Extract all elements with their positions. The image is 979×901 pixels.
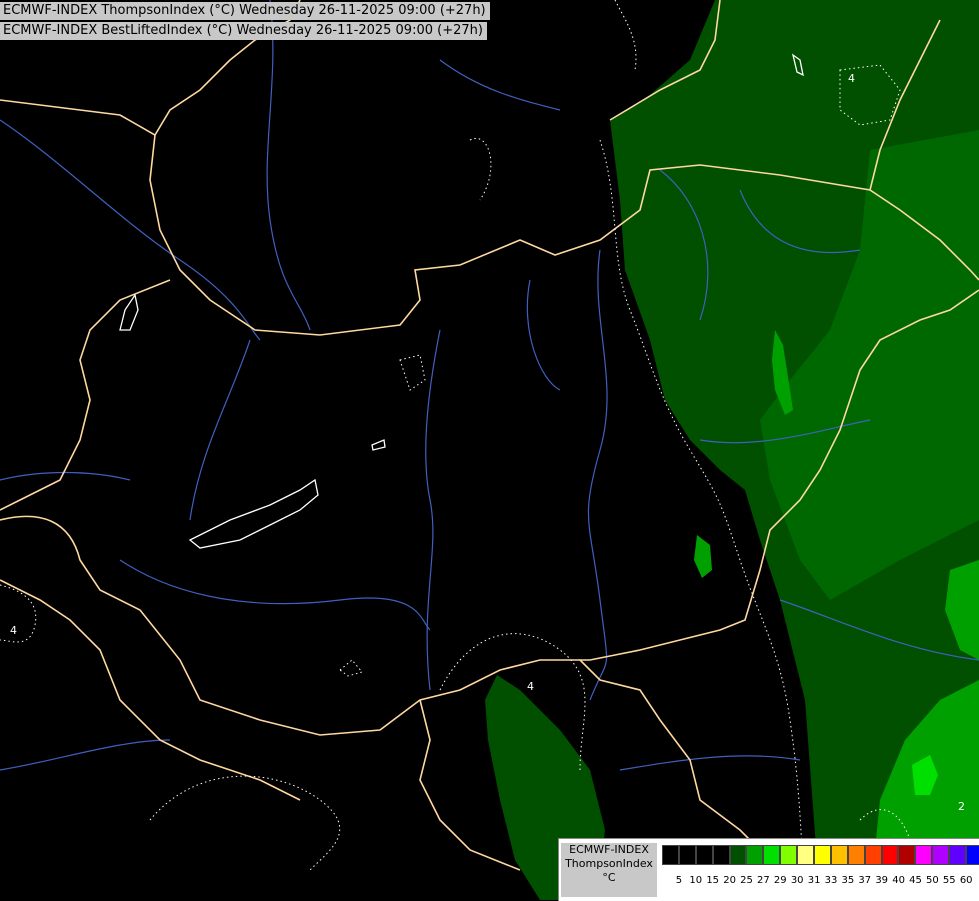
legend-tick-label: 15 xyxy=(706,875,720,886)
legend-tick-label: 5 xyxy=(675,875,683,886)
legend-swatch xyxy=(695,845,713,865)
legend-tick-label: 33 xyxy=(824,875,838,886)
legend-tick-label: 30 xyxy=(790,875,804,886)
contour-label: 4 xyxy=(848,72,855,85)
map-title-primary: ECMWF-INDEX ThompsonIndex (°C) Wednesday… xyxy=(0,2,490,20)
legend-swatch xyxy=(932,845,950,865)
legend-tick-label: 39 xyxy=(875,875,889,886)
legend-swatch xyxy=(898,845,916,865)
map-title-secondary: ECMWF-INDEX BestLiftedIndex (°C) Wednesd… xyxy=(0,22,487,40)
legend-tick-label: 37 xyxy=(858,875,872,886)
legend-parameter: ThompsonIndex xyxy=(565,857,653,870)
legend-swatch xyxy=(915,845,933,865)
legend-tick-label: 29 xyxy=(773,875,787,886)
legend-swatches xyxy=(662,845,979,865)
legend-unit: °C xyxy=(602,871,616,884)
legend-tick-label: 25 xyxy=(740,875,753,886)
legend-tick-label: 60 xyxy=(959,875,973,886)
legend-tick-label: 31 xyxy=(807,875,821,886)
legend-swatch xyxy=(662,845,679,865)
legend-swatch xyxy=(746,845,764,865)
legend-swatch xyxy=(814,845,831,865)
legend-swatch xyxy=(780,845,798,865)
contour-label: 4 xyxy=(10,624,17,637)
legend-swatch xyxy=(881,845,899,865)
legend-swatch xyxy=(966,845,979,865)
contour-label: 2 xyxy=(958,800,965,813)
legend-swatch xyxy=(830,845,848,865)
legend-ticks: 5 10 15 20 25 27 29 30 31 33 35 37 39 40 45 50 55 60 xyxy=(662,875,973,889)
legend-tick-label: 10 xyxy=(689,875,703,886)
legend-swatch xyxy=(797,845,815,865)
legend-swatch xyxy=(864,845,882,865)
legend-tick-label: 45 xyxy=(909,875,922,886)
legend-label-box: ECMWF-INDEX ThompsonIndex °C xyxy=(561,843,657,897)
legend-swatch xyxy=(847,845,865,865)
color-legend: ECMWF-INDEX ThompsonIndex °C 5 10 15 20 25 27… xyxy=(558,838,979,901)
legend-tick-label: 50 xyxy=(926,875,939,886)
legend-swatch xyxy=(712,845,730,865)
legend-tick-label: 27 xyxy=(757,875,770,886)
legend-swatch xyxy=(678,845,696,865)
legend-swatch xyxy=(949,845,967,865)
legend-model: ECMWF-INDEX xyxy=(569,843,649,856)
legend-tick-label: 35 xyxy=(841,875,855,886)
legend-swatch xyxy=(729,845,747,865)
legend-tick-label: 20 xyxy=(723,875,736,886)
contour-label: 4 xyxy=(527,680,534,693)
legend-tick-label: 40 xyxy=(892,875,905,886)
legend-swatch xyxy=(763,845,781,865)
weather-map: 4 4 4 2 xyxy=(0,0,979,900)
legend-tick-label: 55 xyxy=(942,875,956,886)
